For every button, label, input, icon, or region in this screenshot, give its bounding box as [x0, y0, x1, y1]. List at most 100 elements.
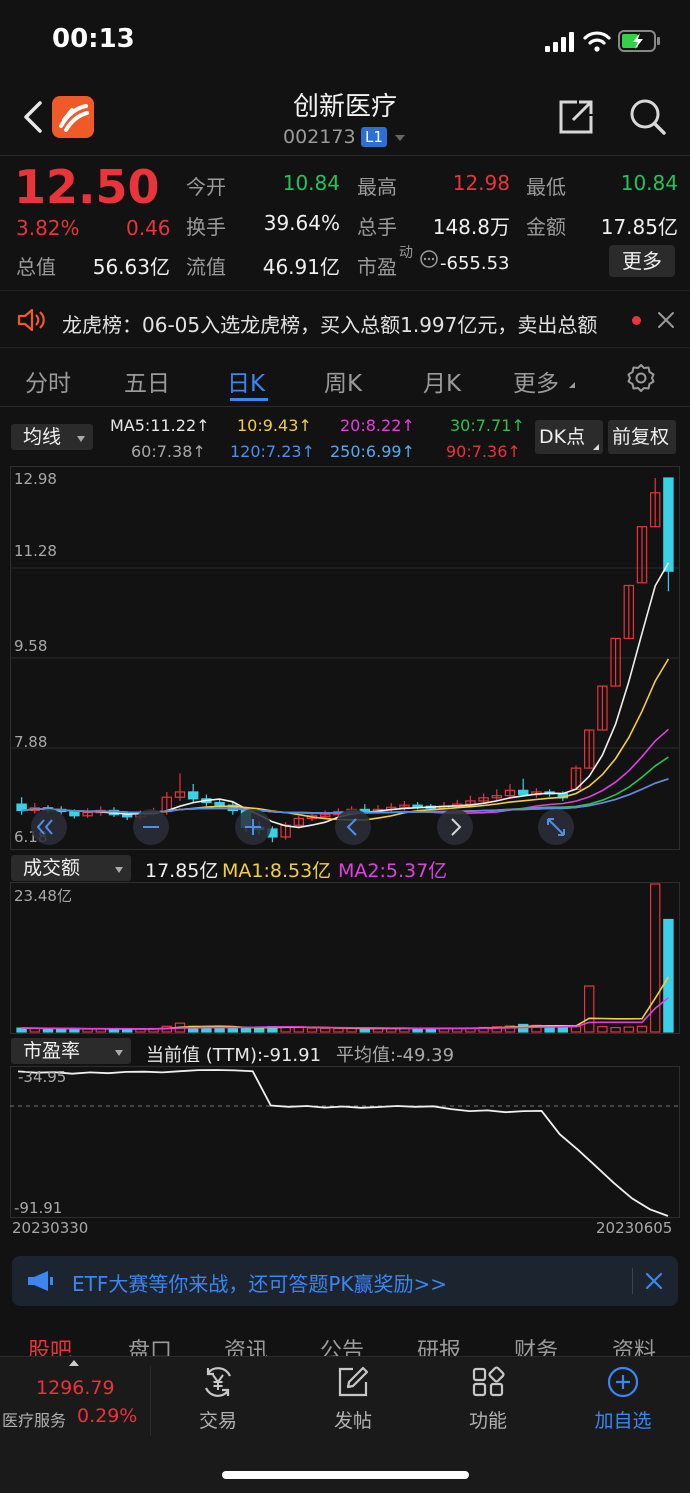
trade-label: 交易	[198, 1410, 237, 1432]
level-badge[interactable]: L1	[361, 127, 387, 147]
volume-bar	[214, 1027, 225, 1033]
volume-bar	[597, 1026, 608, 1033]
scroll-left-icon[interactable]	[334, 808, 372, 846]
tab-daily-k[interactable]: 日K	[227, 364, 265, 398]
x-start-date: 20230330	[12, 1219, 89, 1237]
ma30-value: 30:7.71↑	[450, 416, 525, 435]
yen-exchange-icon	[204, 1367, 232, 1397]
volume-bar	[649, 883, 661, 1033]
zoom-in-icon[interactable]	[234, 808, 272, 846]
search-icon[interactable]	[628, 97, 668, 137]
fullscreen-icon[interactable]	[537, 808, 575, 846]
volume-chart[interactable]	[10, 882, 680, 1034]
speaker-icon	[17, 308, 45, 332]
candle	[121, 814, 133, 818]
volume-ma-line	[21, 976, 670, 1030]
volume-ma-line	[21, 997, 669, 1030]
pe-select-label: 市盈率	[23, 1040, 81, 1062]
volume-current: 17.85亿	[145, 860, 219, 882]
level-dropdown-icon[interactable]	[395, 135, 405, 141]
float-value: 46.91亿	[262, 255, 340, 279]
close-icon[interactable]	[645, 1272, 663, 1290]
ma10-value: 10:9.43↑	[237, 416, 312, 435]
add-watchlist-button[interactable]: 加自选	[573, 1366, 673, 1433]
close-icon[interactable]	[657, 311, 675, 329]
pe-chart[interactable]	[10, 1066, 680, 1218]
ma120-value: 120:7.23↑	[230, 442, 315, 461]
turnover-value: 39.64%	[263, 211, 340, 235]
pe-average: 平均值:-49.39	[336, 1045, 455, 1066]
high-value: 12.98	[452, 171, 510, 195]
open-value: 10.84	[282, 171, 340, 195]
settings-gear-icon[interactable]	[626, 363, 656, 393]
banner-text[interactable]: ETF大赛等你来战，还可答题PK赢奖励>>	[72, 1268, 447, 1297]
share-icon[interactable]	[557, 98, 595, 136]
restore-right-label: 前复权	[612, 426, 670, 448]
ma-select[interactable]: 均线	[11, 424, 93, 450]
pe-select[interactable]: 市盈率	[11, 1038, 131, 1064]
volume-bar	[346, 1027, 357, 1033]
tab-weekly-k[interactable]: 周K	[324, 364, 362, 398]
last-price: 12.50	[14, 160, 160, 214]
dk-point-button[interactable]: DK点	[535, 420, 603, 454]
volume-bar	[333, 1027, 344, 1033]
more-dropdown-icon[interactable]	[569, 382, 575, 388]
y-tick-label: 9.58	[14, 637, 48, 655]
candle	[187, 791, 199, 800]
more-button[interactable]: 更多	[609, 245, 675, 277]
open-label: 今开	[186, 175, 226, 199]
volume-bar	[306, 1027, 318, 1033]
volume-bar	[319, 1027, 331, 1033]
ma20-value: 20:8.22↑	[340, 416, 415, 435]
unread-dot	[632, 316, 641, 325]
ellipsis-circle-icon[interactable]	[419, 249, 439, 269]
functions-button[interactable]: 功能	[438, 1366, 538, 1433]
volume-max-label: 23.48亿	[14, 887, 72, 905]
chart-frame	[10, 1066, 680, 1218]
restore-right-button[interactable]: 前复权	[608, 420, 676, 454]
post-button[interactable]: 发帖	[303, 1366, 403, 1433]
tab-monthly-k[interactable]: 月K	[423, 364, 461, 398]
amount-label: 金额	[526, 215, 566, 239]
zoom-out-far-icon[interactable]	[30, 808, 68, 846]
volume-ma1: MA1:8.53亿	[222, 860, 332, 882]
low-value: 10.84	[620, 171, 678, 195]
scroll-right-icon[interactable]	[436, 808, 474, 846]
tab-intraday[interactable]: 分时	[25, 364, 71, 398]
volume-select[interactable]: 成交额	[11, 855, 131, 881]
divider	[150, 1366, 151, 1436]
tab-more[interactable]: 更多	[513, 364, 559, 398]
sector-index-value[interactable]: 1296.79	[36, 1377, 115, 1399]
edit-icon	[338, 1366, 369, 1397]
divider	[0, 155, 690, 156]
index-expand-icon[interactable]	[69, 1360, 79, 1366]
volume-bar	[610, 1026, 621, 1033]
change-percent: 3.82%	[16, 216, 80, 240]
ma60-value: 60:7.38↑	[131, 442, 206, 461]
volume-bar	[623, 1026, 635, 1033]
notice-text[interactable]: 龙虎榜：06-05入选龙虎榜，买入总额1.997亿元，卖出总额	[62, 309, 607, 338]
trade-button[interactable]: 交易	[168, 1366, 268, 1433]
volume-select-label: 成交额	[23, 857, 81, 879]
dk-point-label: DK点	[539, 426, 586, 448]
megaphone-icon	[28, 1271, 53, 1291]
promo-banner[interactable]: ETF大赛等你来战，还可答题PK赢奖励>>	[12, 1256, 678, 1306]
post-label: 发帖	[333, 1410, 372, 1432]
grid-icon	[472, 1366, 505, 1397]
notice-bar[interactable]: 龙虎榜：06-05入选龙虎榜，买入总额1.997亿元，卖出总额	[0, 290, 690, 348]
tab-five-day[interactable]: 五日	[124, 364, 170, 398]
pe-current: 当前值 (TTM):-91.91	[146, 1045, 322, 1066]
candle	[517, 789, 529, 796]
candle	[69, 810, 80, 817]
volume-bar	[69, 1028, 80, 1033]
ma250-value: 250:6.99↑	[330, 442, 415, 461]
functions-label: 功能	[468, 1410, 507, 1432]
ma-line	[21, 658, 670, 821]
low-label: 最低	[526, 175, 566, 199]
ma-select-label: 均线	[23, 426, 62, 448]
ma90-value: 90:7.36↑	[446, 442, 521, 461]
divider	[632, 1268, 633, 1294]
y-tick-label: 11.28	[14, 542, 57, 560]
k-line-chart[interactable]	[10, 466, 680, 850]
zoom-out-icon[interactable]	[132, 808, 170, 846]
